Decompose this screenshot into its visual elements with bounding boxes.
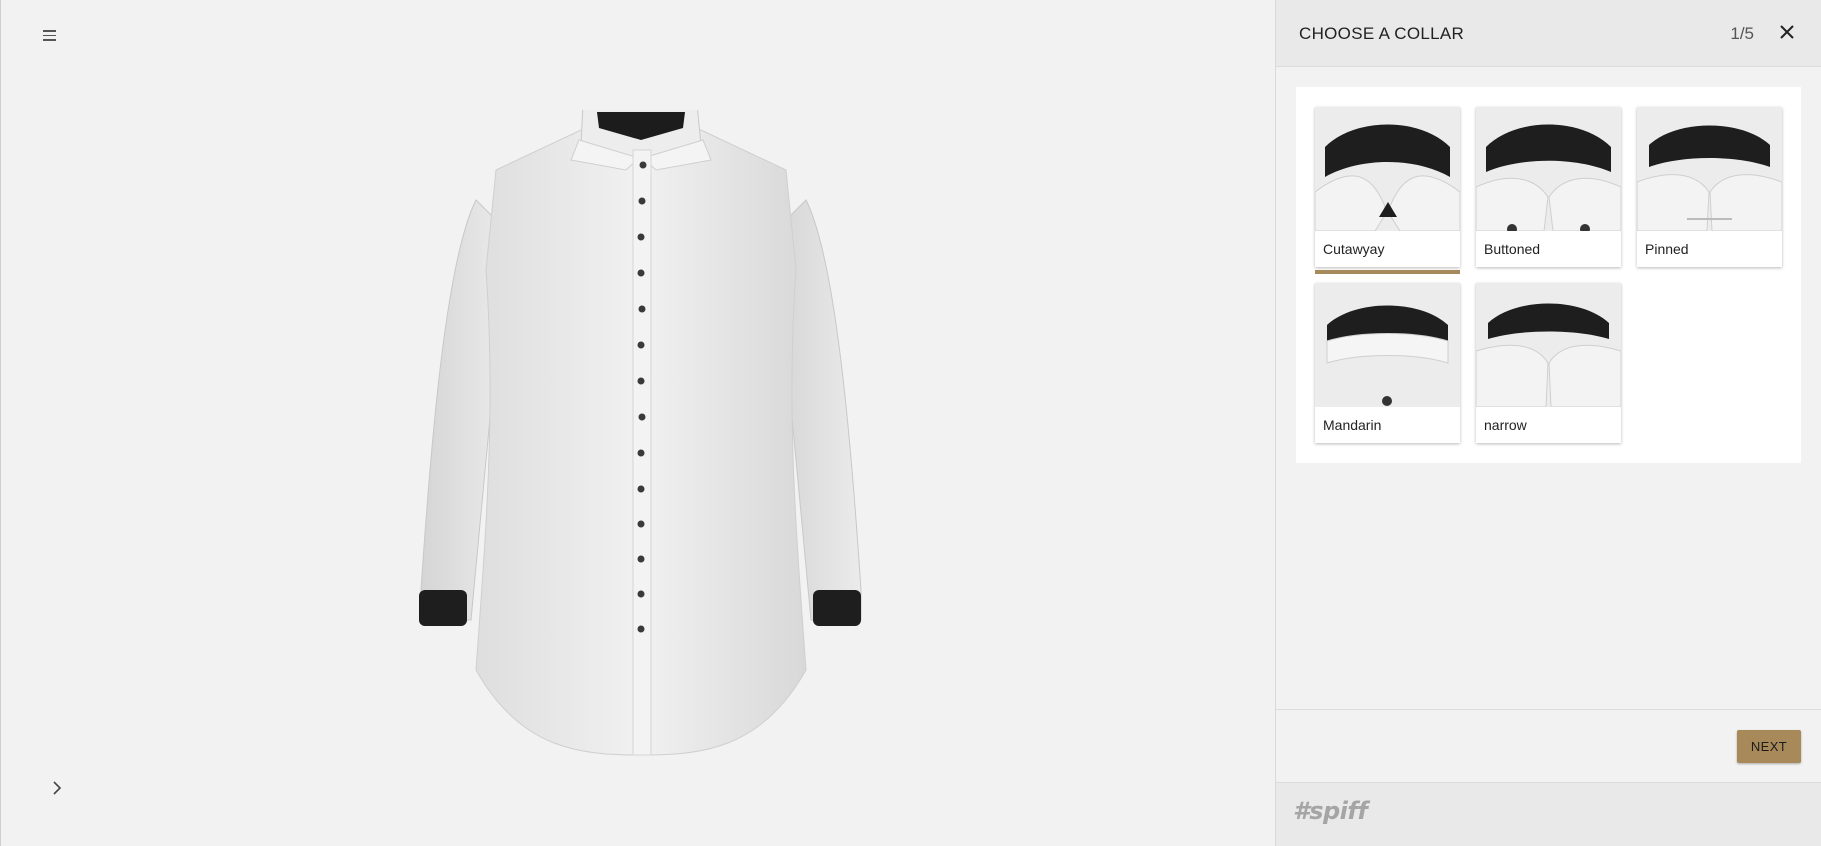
option-label: Cutawyay (1315, 231, 1460, 267)
hamburger-menu-icon[interactable] (39, 24, 59, 44)
collar-narrow-image (1476, 283, 1621, 407)
collar-option-cutaway[interactable]: Cutawyay (1315, 107, 1460, 274)
collar-option-narrow[interactable]: narrow (1476, 283, 1621, 443)
collar-mandarin-image (1315, 283, 1460, 407)
close-icon[interactable] (1777, 22, 1797, 42)
brand-logo: #spiff (1293, 797, 1368, 825)
option-label: Mandarin (1315, 407, 1460, 443)
brand-bar: #spiff (1276, 782, 1821, 846)
shirt-preview[interactable] (401, 103, 881, 760)
next-button[interactable]: NEXT (1737, 730, 1801, 763)
step-counter: 1/5 (1730, 24, 1754, 43)
collar-option-pinned[interactable]: Pinned (1637, 107, 1782, 267)
shirt-image (419, 103, 862, 756)
option-label: Buttoned (1476, 231, 1621, 267)
product-viewer (0, 0, 1275, 846)
customization-panel: CHOOSE A COLLAR 1/5 Cutawyay Buttoned Pi… (1275, 0, 1821, 846)
right-cuff (813, 590, 861, 626)
option-label: Pinned (1637, 231, 1782, 267)
collar-cutaway-image (1315, 107, 1460, 231)
panel-title: CHOOSE A COLLAR (1299, 24, 1465, 43)
panel-header: CHOOSE A COLLAR 1/5 (1276, 0, 1821, 67)
footer-divider (1276, 709, 1821, 710)
collar-option-mandarin[interactable]: Mandarin (1315, 283, 1460, 443)
collar-pinned-image (1637, 107, 1782, 231)
collar-buttoned-image (1476, 107, 1621, 231)
left-cuff (419, 590, 467, 626)
collar-options: Cutawyay Buttoned Pinned Mandarin narrow (1296, 87, 1801, 463)
collar-option-buttoned[interactable]: Buttoned (1476, 107, 1621, 267)
chevron-right-icon[interactable] (47, 778, 67, 798)
option-label: narrow (1476, 407, 1621, 443)
